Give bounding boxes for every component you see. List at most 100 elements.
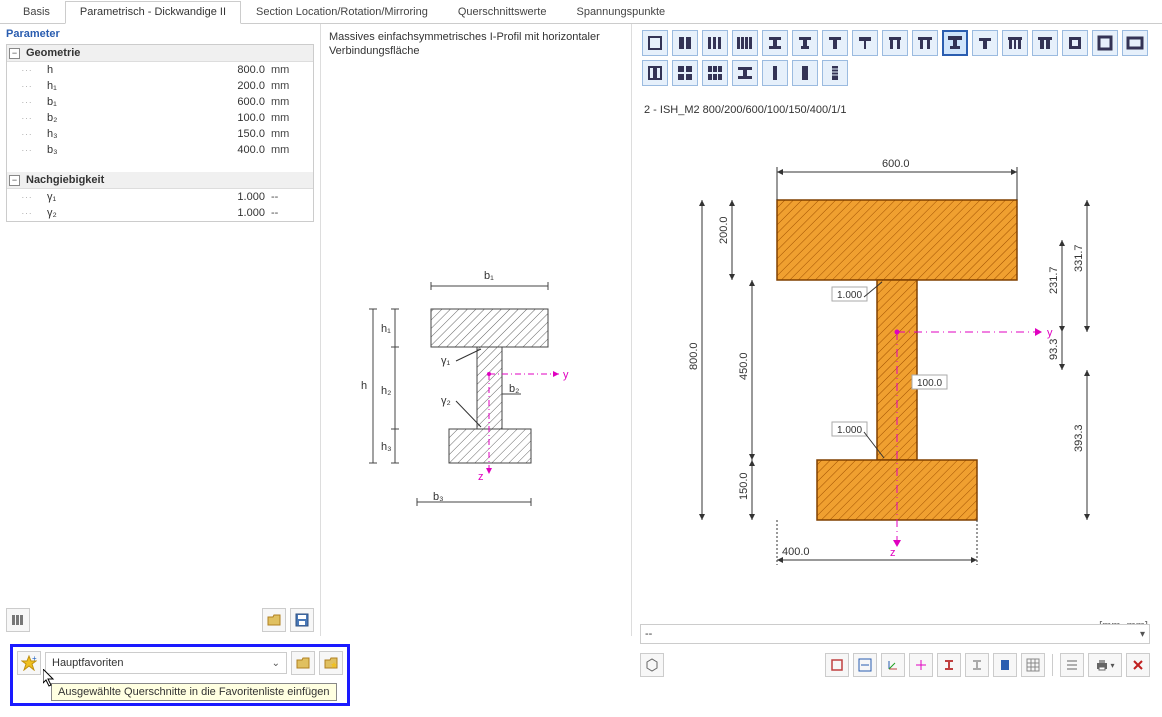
parameter-panel: Parameter − Geometrie ··· h 800.0 mm ···… [0,24,321,636]
save-button[interactable] [290,608,314,632]
shape-rect-outline[interactable] [642,30,668,56]
shape-i-2[interactable] [792,30,818,56]
collapse-icon[interactable]: − [9,175,20,186]
view-outline-button[interactable] [825,653,849,677]
svg-text:γ₂: γ₂ [441,395,451,407]
shape-two-col[interactable] [642,60,668,86]
svg-text:450.0: 450.0 [738,352,750,380]
schematic-title: Massives einfachsymmetrisches I-Profil m… [329,30,623,59]
shape-pi-2[interactable] [912,30,938,56]
svg-text:100.0: 100.0 [917,378,942,389]
svg-text:b₃: b₃ [433,491,444,503]
shape-i-1[interactable] [762,30,788,56]
view-i-button[interactable] [937,653,961,677]
svg-text:y: y [563,369,569,381]
param-b1[interactable]: ··· b₁ 600.0 mm [7,94,313,110]
tab-bar: Basis Parametrisch - Dickwandige II Sect… [0,0,1162,24]
svg-text:h: h [361,380,367,392]
svg-text:331.7: 331.7 [1073,244,1085,272]
toolbar-3d-button[interactable] [640,653,664,677]
svg-text:231.7: 231.7 [1048,266,1060,294]
shape-i-h[interactable] [732,60,758,86]
param-h[interactable]: ··· h 800.0 mm [7,62,313,78]
param-h3[interactable]: ··· h₃ 150.0 mm [7,126,313,142]
tab-parametric[interactable]: Parametrisch - Dickwandige II [65,1,241,24]
view-block-button[interactable] [993,653,1017,677]
shape-bar-single-2[interactable] [792,60,818,86]
view-dim-button[interactable] [853,653,877,677]
shape-rect-gap[interactable] [672,30,698,56]
parameter-header: Parameter [0,24,320,44]
drawing-panel: 2 - ISH_M2 800/200/600/100/150/400/1/1 [632,24,1162,636]
tab-section-location[interactable]: Section Location/Rotation/Mirroring [241,1,443,24]
svg-text:h₃: h₃ [381,441,392,453]
group-geometry[interactable]: − Geometrie [7,45,313,62]
shape-t-2[interactable] [852,30,878,56]
shape-pi-3[interactable] [1002,30,1028,56]
shape-t-1[interactable] [822,30,848,56]
svg-text:1.000: 1.000 [837,290,862,301]
svg-text:b₂: b₂ [509,383,519,395]
svg-text:393.3: 393.3 [1073,424,1085,452]
param-gamma2[interactable]: ··· γ₂ 1.000 -- [7,205,313,221]
shape-bars-3[interactable] [702,30,728,56]
collapse-icon[interactable]: − [9,48,20,59]
shape-pi-1[interactable] [882,30,908,56]
view-axes-button[interactable] [881,653,905,677]
view-grid-button[interactable] [1021,653,1045,677]
svg-text:h₂: h₂ [381,385,391,397]
param-b2[interactable]: ··· b₂ 100.0 mm [7,110,313,126]
svg-text:93.3: 93.3 [1048,339,1060,360]
tab-stress-points[interactable]: Spannungspunkte [561,1,680,24]
section-title: 2 - ISH_M2 800/200/600/100/150/400/1/1 [644,104,1152,116]
svg-text:z: z [478,471,484,483]
view-i-grey-button[interactable] [965,653,989,677]
param-h1[interactable]: ··· h₁ 200.0 mm [7,78,313,94]
view-toolbar: ▾ [640,650,1150,680]
svg-text:1.000: 1.000 [837,425,862,436]
library-button[interactable] [6,608,30,632]
favorites-select[interactable]: Hauptfavoriten ⌄ [45,652,287,674]
print-button[interactable]: ▾ [1088,653,1122,677]
shape-bar-single-1[interactable] [762,60,788,86]
chevron-down-icon: ▾ [1140,629,1145,640]
favorites-tooltip: Ausgewählte Querschnitte in die Favorite… [51,683,337,701]
shape-box-2[interactable] [1092,30,1118,56]
favorites-open-button[interactable] [291,651,315,675]
svg-text:h₁: h₁ [381,323,391,335]
svg-text:b₁: b₁ [484,270,494,282]
favorites-folder-star-button[interactable] [319,651,343,675]
shape-bar-ribbed[interactable] [822,60,848,86]
shape-grid-6[interactable] [702,60,728,86]
stress-case-select[interactable]: -- ▾ [640,624,1150,644]
svg-text:z: z [890,547,896,559]
view-list-button[interactable] [1060,653,1084,677]
shape-bars-4[interactable] [732,30,758,56]
delete-button[interactable] [1126,653,1150,677]
shape-t-3[interactable] [972,30,998,56]
shape-i-mono-selected[interactable] [942,30,968,56]
param-gamma1[interactable]: ··· γ₁ 1.000 -- [7,189,313,205]
tab-basis[interactable]: Basis [8,1,65,24]
add-favorite-button[interactable]: + [17,651,41,675]
svg-text:600.0: 600.0 [882,158,910,170]
schematic-panel: Massives einfachsymmetrisches I-Profil m… [321,24,632,636]
group-compliance[interactable]: − Nachgiebigkeit [7,172,313,189]
svg-text:y: y [1047,327,1053,339]
shape-grid-4[interactable] [672,60,698,86]
shape-double-t[interactable] [1032,30,1058,56]
svg-text:150.0: 150.0 [738,472,750,500]
svg-text:400.0: 400.0 [782,546,810,558]
chevron-down-icon: ⌄ [272,658,280,669]
section-drawing: 600.0 200.0 800.0 450.0 150.0 100.0 [642,122,1152,572]
param-b3[interactable]: ··· b₃ 400.0 mm [7,142,313,158]
shape-box-1[interactable] [1062,30,1088,56]
view-centroid-button[interactable] [909,653,933,677]
shape-box-3[interactable] [1122,30,1148,56]
tab-cross-section-values[interactable]: Querschnittswerte [443,1,562,24]
chevron-down-icon: ▾ [1110,661,1114,670]
favorites-box: + Hauptfavoriten ⌄ Ausgewählte Querschni… [10,644,350,706]
open-button[interactable] [262,608,286,632]
svg-text:+: + [32,655,37,663]
svg-text:200.0: 200.0 [718,216,730,244]
